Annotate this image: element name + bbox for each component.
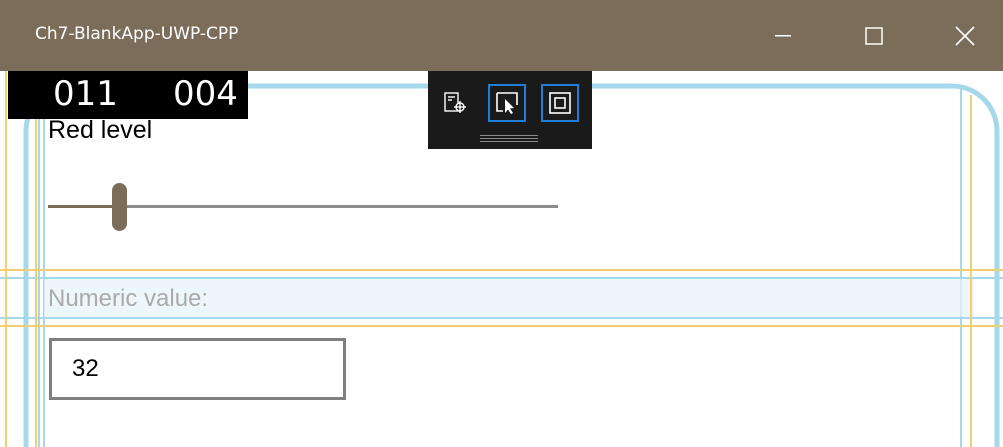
- maximize-button[interactable]: [851, 0, 897, 71]
- slider-thumb[interactable]: [112, 183, 127, 231]
- numeric-value-label: Numeric value:: [48, 285, 209, 312]
- live-visual-tree-button[interactable]: [436, 84, 474, 122]
- maximize-icon: [865, 26, 883, 45]
- title-bar: Ch7-BlankApp-UWP-CPP: [0, 0, 1003, 71]
- select-element-button[interactable]: [488, 84, 526, 122]
- minimize-button[interactable]: [760, 0, 806, 71]
- toolbar-grip-line: [480, 141, 538, 142]
- close-icon: [955, 25, 975, 46]
- toolbar-grip-line: [480, 138, 538, 139]
- numeric-value-input[interactable]: [49, 338, 346, 400]
- display-layout-adorners-button[interactable]: [541, 84, 579, 122]
- display-layout-adorners-icon: [549, 92, 571, 114]
- minimize-icon: [775, 34, 791, 36]
- in-app-debug-toolbar: [428, 71, 592, 149]
- red-level-label: Red level: [48, 116, 153, 144]
- frame-counter-left: 011: [53, 74, 118, 114]
- live-visual-tree-icon: [444, 92, 466, 113]
- slider-fill: [48, 205, 119, 208]
- frame-counter-right: 004: [173, 74, 238, 114]
- select-element-icon: [496, 92, 518, 114]
- toolbar-grip[interactable]: [480, 135, 538, 136]
- frame-rate-counter: 011 004: [8, 71, 248, 119]
- red-level-slider[interactable]: [48, 183, 558, 231]
- close-button[interactable]: [942, 0, 988, 71]
- window-title: Ch7-BlankApp-UWP-CPP: [35, 24, 239, 44]
